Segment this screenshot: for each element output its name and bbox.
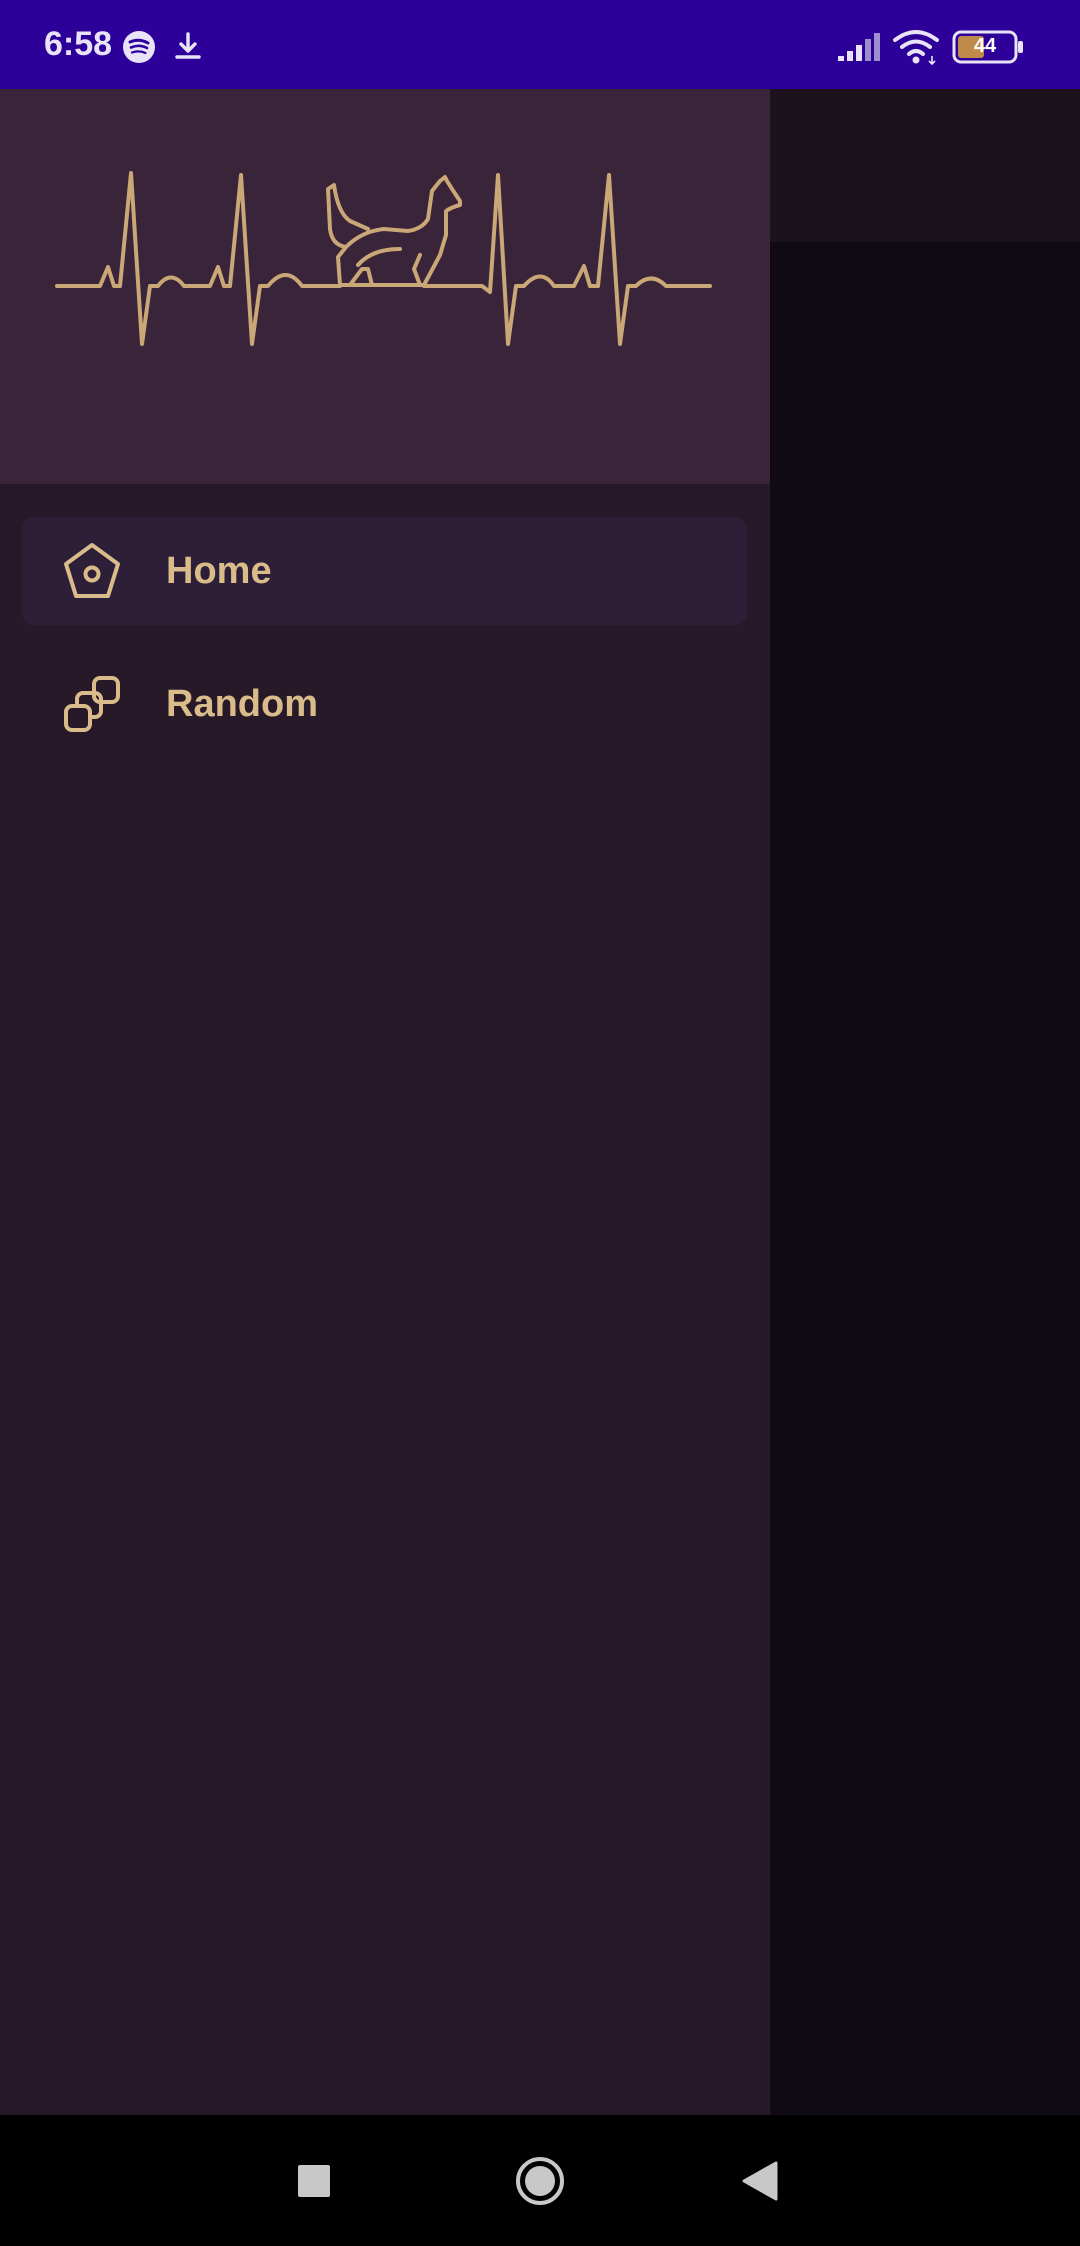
home-pentagon-icon	[64, 543, 120, 598]
heartbeat-dog-logo	[55, 171, 712, 346]
drawer-item-label: Random	[166, 683, 318, 725]
status-bar: 6:58 44	[0, 0, 1080, 89]
back-button[interactable]	[740, 2159, 780, 2203]
recents-button[interactable]	[296, 2163, 332, 2199]
drawer-item-random[interactable]: Random	[22, 650, 747, 758]
wifi-icon	[893, 30, 939, 66]
screen: 6:58 44 Home Random	[0, 0, 1080, 2246]
system-navigation-bar	[0, 2115, 1080, 2246]
app-toolbar	[770, 89, 1080, 242]
download-icon	[175, 32, 201, 59]
home-button[interactable]	[514, 2155, 566, 2207]
spotify-icon	[123, 31, 155, 63]
app-content-scrim[interactable]	[770, 242, 1080, 2115]
signal-icon	[838, 33, 880, 61]
status-time: 6:58	[44, 25, 113, 63]
drawer-header	[0, 89, 770, 484]
battery-level: 44	[973, 35, 997, 57]
random-squares-icon	[64, 676, 120, 732]
drawer-item-label: Home	[166, 550, 272, 592]
navigation-drawer: Home Random	[0, 89, 770, 2115]
drawer-item-home[interactable]: Home	[22, 517, 747, 625]
